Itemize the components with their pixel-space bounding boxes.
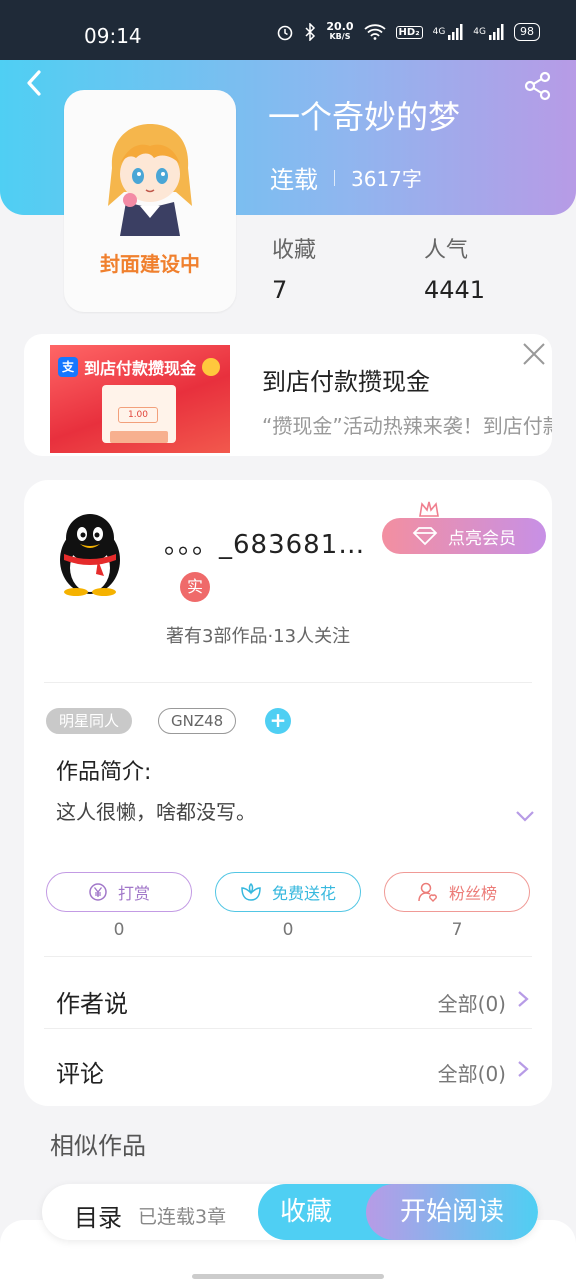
- status-icons: 20.0 KB/S HD₂ 4G 4G 98: [276, 20, 540, 42]
- ad-image-amount: 1.00: [118, 407, 158, 423]
- free-flower-button[interactable]: 免费送花: [215, 872, 361, 912]
- flower-count: 0: [282, 920, 294, 940]
- free-flower-label: 免费送花: [271, 884, 336, 903]
- vip-button-label: 点亮会员: [448, 528, 516, 549]
- signal-icon-2: 4G: [473, 24, 504, 40]
- penguin-avatar-icon: [60, 514, 120, 596]
- comments-row[interactable]: 评论 全部(0): [24, 1032, 552, 1102]
- author-notes-label: 作者说: [56, 990, 128, 1018]
- signal-icon-1: 4G: [433, 24, 464, 40]
- chevron-right-icon: [518, 991, 529, 1007]
- book-title: 一个奇妙的梦: [268, 98, 461, 136]
- expand-intro-button[interactable]: [514, 808, 536, 824]
- tag-0[interactable]: 明星同人: [46, 708, 133, 734]
- reward-button[interactable]: 打赏: [46, 872, 192, 912]
- chevron-right-icon: [518, 1061, 529, 1077]
- wifi-icon: [363, 24, 386, 40]
- start-reading-button[interactable]: 开始阅读: [366, 1184, 538, 1240]
- author-name[interactable]: 。。。_683681…: [164, 524, 365, 561]
- fans-count: 7: [451, 920, 463, 940]
- vip-button[interactable]: 点亮会员: [382, 518, 546, 554]
- author-meta: 著有3部作品·13人关注: [166, 626, 351, 647]
- divider: [44, 956, 532, 957]
- ad-banner[interactable]: 支到店付款攒现金 1.00 到店付款攒现金 “攒现金”活动热辣来袭！到店付款攒现…: [24, 334, 552, 456]
- ad-description: “攒现金”活动热辣来袭！到店付款攒现金！: [262, 414, 552, 438]
- hd-voice-icon: HD₂: [395, 25, 423, 39]
- crown-icon: [419, 501, 439, 517]
- add-tag-button[interactable]: +: [265, 708, 291, 734]
- popularity-label: 人气: [424, 238, 469, 263]
- word-count: 3617字: [351, 167, 422, 191]
- share-icon: [524, 71, 551, 101]
- alarm-icon: [276, 23, 294, 41]
- reward-count: 0: [113, 920, 125, 940]
- yen-coin-icon: [89, 883, 107, 901]
- intro-title: 作品简介:: [56, 760, 152, 785]
- red-envelope-graphic: 1.00: [102, 385, 176, 443]
- book-cover[interactable]: 封面建设中: [64, 90, 236, 312]
- serial-status: 连载: [270, 166, 318, 194]
- ad-image: 支到店付款攒现金 1.00: [50, 345, 230, 453]
- book-status-line: 连载 3617字: [270, 160, 422, 195]
- status-time: 09:14: [84, 24, 142, 48]
- intro-text: 这人很懒，啥都没写。: [56, 800, 256, 824]
- comments-all: 全部(0): [437, 1062, 506, 1086]
- fans-ranking-button[interactable]: 粉丝榜: [384, 872, 530, 912]
- fans-ranking-label: 粉丝榜: [448, 884, 497, 903]
- real-name-badge: 实: [180, 572, 210, 602]
- divider: [44, 1028, 532, 1029]
- fan-user-icon: [418, 882, 437, 902]
- cover-caption: 封面建设中: [100, 252, 200, 276]
- divider: [44, 682, 532, 683]
- flower-icon: [241, 882, 261, 901]
- similar-works-title: 相似作品: [50, 1132, 146, 1160]
- toc-button[interactable]: 目录: [74, 1198, 122, 1233]
- back-arrow-icon: [27, 70, 41, 96]
- favorites-value: 7: [272, 276, 288, 304]
- diamond-icon: [412, 527, 438, 546]
- favorites-stat: 收藏 7: [272, 232, 316, 304]
- favorites-label: 收藏: [272, 238, 317, 263]
- status-separator: [334, 169, 335, 186]
- ad-title: 到店付款攒现金: [262, 368, 430, 396]
- popularity-stat: 人气 4441: [424, 232, 485, 304]
- bottom-action-bar: 目录 已连载3章 收藏 开始阅读: [42, 1184, 538, 1240]
- comments-label: 评论: [56, 1060, 104, 1088]
- battery-icon: 98: [514, 23, 540, 41]
- ad-image-title: 到店付款攒现金: [84, 359, 197, 378]
- network-speed: 20.0 KB/S: [326, 20, 354, 41]
- reward-label: 打赏: [117, 884, 150, 903]
- alipay-icon: 支: [58, 357, 78, 377]
- back-button[interactable]: [20, 68, 50, 98]
- popularity-value: 4441: [424, 276, 486, 304]
- status-bar: 09:14 20.0 KB/S HD₂ 4G 4G 98: [0, 0, 576, 60]
- close-icon: [523, 343, 545, 365]
- anime-girl-illustration: [108, 124, 192, 236]
- author-avatar[interactable]: [52, 510, 128, 596]
- share-button[interactable]: [522, 70, 554, 102]
- home-indicator[interactable]: [192, 1274, 384, 1279]
- coin-icon: [202, 358, 221, 376]
- author-notes-row[interactable]: 作者说 全部(0): [24, 962, 552, 1032]
- bluetooth-icon: [304, 23, 316, 41]
- author-notes-all: 全部(0): [437, 992, 506, 1016]
- ad-close-button[interactable]: [520, 340, 548, 368]
- tag-1[interactable]: GNZ48: [158, 708, 237, 734]
- chapter-count: 已连载3章: [138, 1206, 227, 1228]
- chevron-down-icon: [516, 811, 534, 822]
- author-card: 。。。_683681… 实 点亮会员 著有3部作品·13人关注 明星同人 GNZ…: [24, 480, 552, 1106]
